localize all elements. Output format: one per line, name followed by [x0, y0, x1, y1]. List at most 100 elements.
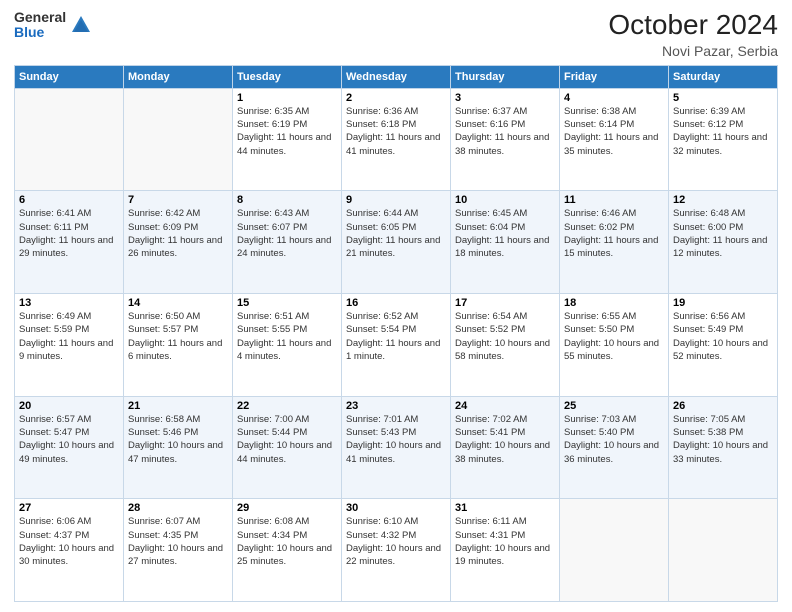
- day-cell: 30 Sunrise: 6:10 AMSunset: 4:32 PMDayligh…: [342, 499, 451, 602]
- day-cell: 17 Sunrise: 6:54 AMSunset: 5:52 PMDayligh…: [451, 294, 560, 397]
- day-number: 8: [237, 194, 337, 206]
- day-cell: 27 Sunrise: 6:06 AMSunset: 4:37 PMDayligh…: [15, 499, 124, 602]
- day-detail: Sunrise: 6:07 AMSunset: 4:35 PMDaylight:…: [128, 516, 223, 567]
- day-detail: Sunrise: 7:01 AMSunset: 5:43 PMDaylight:…: [346, 414, 441, 465]
- day-detail: Sunrise: 6:44 AMSunset: 6:05 PMDaylight:…: [346, 208, 440, 259]
- day-detail: Sunrise: 6:51 AMSunset: 5:55 PMDaylight:…: [237, 311, 331, 362]
- day-number: 24: [455, 400, 555, 412]
- day-cell: 10 Sunrise: 6:45 AMSunset: 6:04 PMDayligh…: [451, 191, 560, 294]
- day-number: 2: [346, 92, 446, 104]
- day-detail: Sunrise: 6:45 AMSunset: 6:04 PMDaylight:…: [455, 208, 549, 259]
- day-cell: 18 Sunrise: 6:55 AMSunset: 5:50 PMDayligh…: [560, 294, 669, 397]
- day-detail: Sunrise: 6:54 AMSunset: 5:52 PMDaylight:…: [455, 311, 550, 362]
- day-number: 26: [673, 400, 773, 412]
- week-row-2: 13Sunrise: 6:49 AMSunset: 5:59 PMDayligh…: [15, 294, 778, 397]
- day-detail: Sunrise: 7:03 AMSunset: 5:40 PMDaylight:…: [564, 414, 659, 465]
- logo-general: General: [14, 10, 66, 25]
- day-cell: 12 Sunrise: 6:48 AMSunset: 6:00 PMDayligh…: [669, 191, 778, 294]
- day-number: 22: [237, 400, 337, 412]
- day-number: 25: [564, 400, 664, 412]
- day-number: 3: [455, 92, 555, 104]
- day-cell: 26 Sunrise: 7:05 AMSunset: 5:38 PMDayligh…: [669, 396, 778, 499]
- day-number: 5: [673, 92, 773, 104]
- day-detail: Sunrise: 6:56 AMSunset: 5:49 PMDaylight:…: [673, 311, 768, 362]
- day-detail: Sunrise: 6:10 AMSunset: 4:32 PMDaylight:…: [346, 516, 441, 567]
- day-detail: Sunrise: 6:55 AMSunset: 5:50 PMDaylight:…: [564, 311, 659, 362]
- day-cell: 7 Sunrise: 6:42 AMSunset: 6:09 PMDaylight…: [124, 191, 233, 294]
- logo-text: General Blue: [14, 10, 66, 41]
- col-tuesday: Tuesday: [233, 65, 342, 88]
- day-detail: Sunrise: 6:42 AMSunset: 6:09 PMDaylight:…: [128, 208, 222, 259]
- day-cell: 19 Sunrise: 6:56 AMSunset: 5:49 PMDayligh…: [669, 294, 778, 397]
- day-cell: 8 Sunrise: 6:43 AMSunset: 6:07 PMDaylight…: [233, 191, 342, 294]
- main-title: October 2024: [608, 10, 778, 41]
- day-cell: 11Sunrise: 6:46 AMSunset: 6:02 PMDayligh…: [560, 191, 669, 294]
- day-number: 14: [128, 297, 228, 309]
- day-detail: Sunrise: 6:52 AMSunset: 5:54 PMDaylight:…: [346, 311, 440, 362]
- day-cell: 1 Sunrise: 6:35 AMSunset: 6:19 PMDaylight…: [233, 88, 342, 191]
- day-detail: Sunrise: 6:06 AMSunset: 4:37 PMDaylight:…: [19, 516, 114, 567]
- day-cell: 14 Sunrise: 6:50 AMSunset: 5:57 PMDayligh…: [124, 294, 233, 397]
- day-cell: 6 Sunrise: 6:41 AMSunset: 6:11 PMDaylight…: [15, 191, 124, 294]
- day-number: 18: [564, 297, 664, 309]
- day-cell: 16 Sunrise: 6:52 AMSunset: 5:54 PMDayligh…: [342, 294, 451, 397]
- day-detail: Sunrise: 7:05 AMSunset: 5:38 PMDaylight:…: [673, 414, 768, 465]
- logo-blue: Blue: [14, 25, 66, 40]
- day-number: 11: [564, 194, 664, 206]
- header: General Blue October 2024 Novi Pazar, Se…: [14, 10, 778, 59]
- day-number: 7: [128, 194, 228, 206]
- day-detail: Sunrise: 6:48 AMSunset: 6:00 PMDaylight:…: [673, 208, 767, 259]
- day-cell: 31 Sunrise: 6:11 AMSunset: 4:31 PMDayligh…: [451, 499, 560, 602]
- day-cell: [560, 499, 669, 602]
- day-number: 29: [237, 502, 337, 514]
- col-wednesday: Wednesday: [342, 65, 451, 88]
- day-cell: 25 Sunrise: 7:03 AMSunset: 5:40 PMDayligh…: [560, 396, 669, 499]
- day-detail: Sunrise: 6:49 AMSunset: 5:59 PMDaylight:…: [19, 311, 113, 362]
- day-cell: 20Sunrise: 6:57 AMSunset: 5:47 PMDayligh…: [15, 396, 124, 499]
- day-cell: 9 Sunrise: 6:44 AMSunset: 6:05 PMDaylight…: [342, 191, 451, 294]
- day-cell: [124, 88, 233, 191]
- day-detail: Sunrise: 6:35 AMSunset: 6:19 PMDaylight:…: [237, 106, 331, 157]
- week-row-4: 27 Sunrise: 6:06 AMSunset: 4:37 PMDayligh…: [15, 499, 778, 602]
- day-detail: Sunrise: 7:00 AMSunset: 5:44 PMDaylight:…: [237, 414, 332, 465]
- day-number: 30: [346, 502, 446, 514]
- col-sunday: Sunday: [15, 65, 124, 88]
- day-number: 17: [455, 297, 555, 309]
- day-number: 15: [237, 297, 337, 309]
- col-saturday: Saturday: [669, 65, 778, 88]
- day-number: 12: [673, 194, 773, 206]
- day-detail: Sunrise: 6:11 AMSunset: 4:31 PMDaylight:…: [455, 516, 550, 567]
- day-detail: Sunrise: 6:43 AMSunset: 6:07 PMDaylight:…: [237, 208, 331, 259]
- day-number: 6: [19, 194, 119, 206]
- day-number: 10: [455, 194, 555, 206]
- day-number: 19: [673, 297, 773, 309]
- day-detail: Sunrise: 6:08 AMSunset: 4:34 PMDaylight:…: [237, 516, 332, 567]
- day-number: 1: [237, 92, 337, 104]
- day-detail: Sunrise: 6:41 AMSunset: 6:11 PMDaylight:…: [19, 208, 113, 259]
- day-number: 31: [455, 502, 555, 514]
- day-detail: Sunrise: 6:36 AMSunset: 6:18 PMDaylight:…: [346, 106, 440, 157]
- day-detail: Sunrise: 6:39 AMSunset: 6:12 PMDaylight:…: [673, 106, 767, 157]
- day-cell: 15 Sunrise: 6:51 AMSunset: 5:55 PMDayligh…: [233, 294, 342, 397]
- header-row: Sunday Monday Tuesday Wednesday Thursday…: [15, 65, 778, 88]
- logo: General Blue: [14, 10, 92, 41]
- day-cell: 24Sunrise: 7:02 AMSunset: 5:41 PMDayligh…: [451, 396, 560, 499]
- day-number: 21: [128, 400, 228, 412]
- day-detail: Sunrise: 6:50 AMSunset: 5:57 PMDaylight:…: [128, 311, 222, 362]
- logo-icon: [70, 14, 92, 36]
- day-number: 9: [346, 194, 446, 206]
- day-number: 20: [19, 400, 119, 412]
- day-cell: 2 Sunrise: 6:36 AMSunset: 6:18 PMDaylight…: [342, 88, 451, 191]
- day-number: 23: [346, 400, 446, 412]
- day-cell: 4Sunrise: 6:38 AMSunset: 6:14 PMDaylight…: [560, 88, 669, 191]
- subtitle: Novi Pazar, Serbia: [608, 43, 778, 59]
- day-cell: 3Sunrise: 6:37 AMSunset: 6:16 PMDaylight…: [451, 88, 560, 191]
- day-cell: 5 Sunrise: 6:39 AMSunset: 6:12 PMDaylight…: [669, 88, 778, 191]
- day-detail: Sunrise: 6:38 AMSunset: 6:14 PMDaylight:…: [564, 106, 658, 157]
- day-cell: [15, 88, 124, 191]
- day-number: 16: [346, 297, 446, 309]
- day-cell: 29 Sunrise: 6:08 AMSunset: 4:34 PMDayligh…: [233, 499, 342, 602]
- day-number: 27: [19, 502, 119, 514]
- col-friday: Friday: [560, 65, 669, 88]
- week-row-0: 1 Sunrise: 6:35 AMSunset: 6:19 PMDaylight…: [15, 88, 778, 191]
